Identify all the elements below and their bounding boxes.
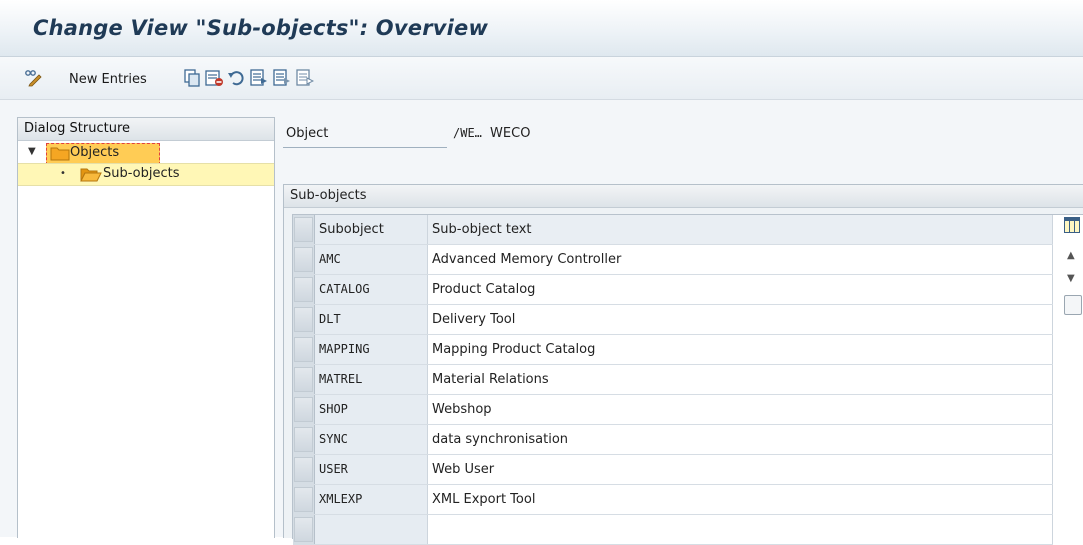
title-bar: Change View "Sub-objects": Overview: [0, 0, 1083, 57]
table-row[interactable]: CATALOG Product Catalog: [293, 274, 1053, 305]
table-row[interactable]: SYNC data synchronisation: [293, 424, 1053, 455]
scroll-up-icon[interactable]: ▲: [1067, 250, 1075, 261]
table-row[interactable]: MATREL Material Relations: [293, 364, 1053, 395]
column-settings-icon[interactable]: [1064, 217, 1080, 233]
select-all-icon[interactable]: [250, 69, 268, 87]
subobject-cell[interactable]: AMC: [314, 244, 428, 275]
empty-table-row[interactable]: [293, 514, 1053, 545]
dialog-structure-header: Dialog Structure: [18, 118, 274, 141]
table-row[interactable]: AMC Advanced Memory Controller: [293, 244, 1053, 275]
expand-arrow-icon[interactable]: ▼: [28, 146, 36, 157]
subobject-text-cell[interactable]: Web User: [427, 454, 1053, 485]
select-all-cell[interactable]: [293, 215, 315, 245]
undo-icon[interactable]: [227, 69, 245, 87]
subobject-text-cell[interactable]: Advanced Memory Controller: [427, 244, 1053, 275]
bullet-icon: •: [60, 168, 66, 179]
column-header-sub-object-text[interactable]: Sub-object text: [427, 215, 1053, 245]
main-content: Dialog Structure ▼ Objects • Sub-objects…: [0, 100, 1083, 545]
row-selector[interactable]: [293, 244, 315, 275]
sub-objects-group-title: Sub-objects: [284, 185, 1083, 208]
application-toolbar: New Entries: [0, 57, 1083, 100]
scroll-thumb[interactable]: [1064, 295, 1082, 315]
row-selector[interactable]: [293, 514, 315, 545]
tree-item-label: Sub-objects: [103, 166, 180, 181]
subobject-cell[interactable]: [314, 514, 428, 545]
subobject-text-cell[interactable]: Product Catalog: [427, 274, 1053, 305]
row-selector[interactable]: [293, 484, 315, 515]
table-row[interactable]: XMLEXP XML Export Tool: [293, 484, 1053, 515]
subobject-text-cell[interactable]: Delivery Tool: [427, 304, 1053, 335]
object-field-label: Object: [286, 126, 329, 141]
sub-objects-table: Subobject Sub-object text AMC Advanced M…: [292, 214, 1083, 545]
subobject-text-cell[interactable]: Material Relations: [427, 364, 1053, 395]
new-entries-button[interactable]: New Entries: [69, 68, 147, 90]
subobject-cell[interactable]: XMLEXP: [314, 484, 428, 515]
object-field-value: /WE… WECO: [453, 126, 530, 141]
table-row[interactable]: SHOP Webshop: [293, 394, 1053, 425]
open-folder-icon: [80, 167, 102, 183]
row-selector[interactable]: [293, 364, 315, 395]
delete-icon[interactable]: [205, 69, 223, 87]
tree-item-sub-objects[interactable]: • Sub-objects: [18, 163, 274, 186]
table-header-row: Subobject Sub-object text: [293, 215, 1053, 245]
row-selector[interactable]: [293, 334, 315, 365]
table-row[interactable]: DLT Delivery Tool: [293, 304, 1053, 335]
object-text: WECO: [490, 126, 531, 141]
copy-icon[interactable]: [183, 69, 201, 87]
new-entries-label: New Entries: [69, 71, 147, 87]
page-title: Change View "Sub-objects": Overview: [33, 16, 489, 40]
row-selector[interactable]: [293, 424, 315, 455]
subobject-text-cell[interactable]: Mapping Product Catalog: [427, 334, 1053, 365]
row-selector[interactable]: [293, 454, 315, 485]
deselect-all-icon[interactable]: [296, 69, 315, 87]
vertical-scrollbar[interactable]: ▲ ▼: [1062, 215, 1083, 539]
table-row[interactable]: USER Web User: [293, 454, 1053, 485]
select-block-icon[interactable]: [273, 69, 291, 87]
display-change-icon[interactable]: [24, 69, 42, 87]
subobject-cell[interactable]: CATALOG: [314, 274, 428, 305]
tree-item-objects[interactable]: ▼ Objects: [18, 141, 274, 165]
row-selector[interactable]: [293, 394, 315, 425]
subobject-cell[interactable]: SHOP: [314, 394, 428, 425]
table-row[interactable]: MAPPING Mapping Product Catalog: [293, 334, 1053, 365]
subobject-text-cell[interactable]: Webshop: [427, 394, 1053, 425]
object-code: /WE…: [453, 126, 482, 140]
sub-objects-group: Sub-objects Subobject Sub-object text AM…: [283, 184, 1083, 545]
subobject-text-cell[interactable]: data synchronisation: [427, 424, 1053, 455]
scroll-down-icon[interactable]: ▼: [1067, 273, 1075, 284]
subobject-cell[interactable]: USER: [314, 454, 428, 485]
subobject-cell[interactable]: DLT: [314, 304, 428, 335]
subobject-cell[interactable]: MATREL: [314, 364, 428, 395]
subobject-text-cell[interactable]: [427, 514, 1053, 545]
subobject-cell[interactable]: SYNC: [314, 424, 428, 455]
row-selector[interactable]: [293, 274, 315, 305]
folder-icon: [50, 146, 72, 162]
dialog-structure-panel: Dialog Structure ▼ Objects • Sub-objects: [17, 117, 275, 538]
subobject-cell[interactable]: MAPPING: [314, 334, 428, 365]
field-divider: [283, 147, 447, 148]
column-header-subobject[interactable]: Subobject: [314, 215, 428, 245]
subobject-text-cell[interactable]: XML Export Tool: [427, 484, 1053, 515]
row-selector[interactable]: [293, 304, 315, 335]
tree-item-label: Objects: [70, 145, 120, 160]
